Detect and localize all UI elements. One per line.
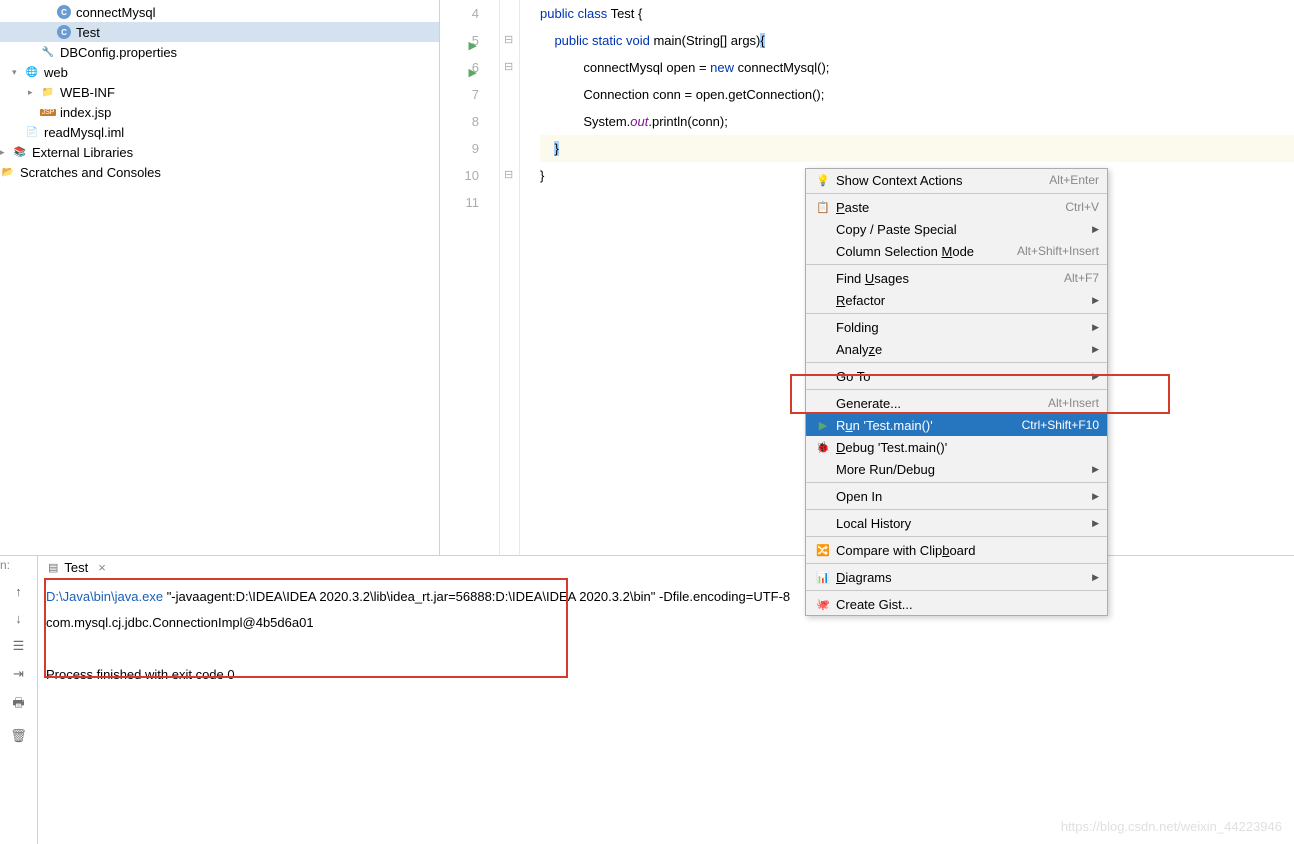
fold-icon[interactable]: ⊟ <box>504 60 513 73</box>
chevron-right-icon: ▶ <box>1092 464 1099 475</box>
stop-icon[interactable]: ↓ <box>15 611 22 626</box>
tree-label: index.jsp <box>60 105 111 120</box>
tree-item-test[interactable]: CTest <box>0 22 439 42</box>
chevron-right-icon: ▶ <box>1092 572 1099 583</box>
rerun-icon[interactable]: ↑ <box>15 584 22 599</box>
menu-separator <box>806 590 1107 591</box>
menu-separator <box>806 313 1107 314</box>
bulb-icon: 💡 <box>814 174 832 187</box>
menu-analyze[interactable]: Analyze▶ <box>806 338 1107 360</box>
tree-item-webinf[interactable]: ▸📁WEB-INF <box>0 82 439 102</box>
menu-run[interactable]: ▶Run 'Test.main()'Ctrl+Shift+F10 <box>806 414 1107 436</box>
menu-separator <box>806 509 1107 510</box>
print-icon[interactable]: 🖶 <box>12 694 24 716</box>
trash-icon[interactable]: 🗑 <box>10 728 27 744</box>
line-gutter: 4 5▶ 6▶ 7 8 9 10 11 <box>440 0 500 555</box>
menu-paste[interactable]: 📋PasteCtrl+V <box>806 196 1107 218</box>
run-label: n: <box>0 558 10 572</box>
tree-item-web[interactable]: ▾🌐web <box>0 62 439 82</box>
menu-compare[interactable]: 🔀Compare with Clipboard <box>806 539 1107 561</box>
menu-find-usages[interactable]: Find UsagesAlt+F7 <box>806 267 1107 289</box>
tree-label: web <box>44 65 68 80</box>
tree-item-readmysql[interactable]: 📄readMysql.iml <box>0 122 439 142</box>
tree-label: WEB-INF <box>60 85 115 100</box>
bug-icon: 🐞 <box>814 441 832 454</box>
menu-local-history[interactable]: Local History▶ <box>806 512 1107 534</box>
play-icon: ▶ <box>814 419 832 432</box>
menu-separator <box>806 536 1107 537</box>
chevron-right-icon: ▶ <box>1092 491 1099 502</box>
diagram-icon: 📊 <box>814 571 832 584</box>
chevron-right-icon: ▶ <box>1092 322 1099 333</box>
tree-label: readMysql.iml <box>44 125 124 140</box>
tree-label: DBConfig.properties <box>60 45 177 60</box>
fold-icon[interactable]: ⊟ <box>504 168 513 181</box>
watermark: https://blog.csdn.net/weixin_44223946 <box>1061 819 1282 834</box>
fold-icon[interactable]: ⊟ <box>504 33 513 46</box>
menu-goto[interactable]: Go To▶ <box>806 365 1107 387</box>
tree-item-extlib[interactable]: ▸📚External Libraries <box>0 142 439 162</box>
menu-diagrams[interactable]: 📊Diagrams▶ <box>806 566 1107 588</box>
project-tree: CconnectMysql CTest 🔧DBConfig.properties… <box>0 0 440 555</box>
menu-separator <box>806 193 1107 194</box>
menu-refactor[interactable]: Refactor▶ <box>806 289 1107 311</box>
github-icon: 🐙 <box>814 598 832 611</box>
compare-icon: 🔀 <box>814 544 832 557</box>
menu-separator <box>806 389 1107 390</box>
chevron-right-icon: ▶ <box>1092 371 1099 382</box>
menu-folding[interactable]: Folding▶ <box>806 316 1107 338</box>
context-menu: 💡Show Context ActionsAlt+Enter 📋PasteCtr… <box>805 168 1108 616</box>
chevron-right-icon: ▶ <box>1092 295 1099 306</box>
tree-label: connectMysql <box>76 5 155 20</box>
menu-separator <box>806 264 1107 265</box>
tree-label: Scratches and Consoles <box>20 165 161 180</box>
layout-icon[interactable]: ☰ <box>13 638 25 654</box>
menu-more-run[interactable]: More Run/Debug▶ <box>806 458 1107 480</box>
close-tab-icon[interactable]: × <box>98 560 106 575</box>
menu-debug[interactable]: 🐞Debug 'Test.main()' <box>806 436 1107 458</box>
menu-separator <box>806 362 1107 363</box>
paste-icon: 📋 <box>814 201 832 214</box>
chevron-right-icon: ▶ <box>1092 518 1099 529</box>
fold-column: ⊟ ⊟ ⊟ <box>500 0 520 555</box>
menu-separator <box>806 482 1107 483</box>
test-icon: ▤ <box>48 561 58 574</box>
menu-separator <box>806 563 1107 564</box>
tree-item-scratch[interactable]: 📂Scratches and Consoles <box>0 162 439 182</box>
chevron-right-icon: ▶ <box>1092 224 1099 235</box>
run-toolbar: ↑ ↓ ☰ ⇥ 🖶 🗑 <box>0 556 38 844</box>
menu-context-actions[interactable]: 💡Show Context ActionsAlt+Enter <box>806 169 1107 191</box>
tree-label: Test <box>76 25 100 40</box>
menu-generate[interactable]: Generate...Alt+Insert <box>806 392 1107 414</box>
wrap-icon[interactable]: ⇥ <box>13 666 24 682</box>
tree-item-indexjsp[interactable]: JSPindex.jsp <box>0 102 439 122</box>
menu-open-in[interactable]: Open In▶ <box>806 485 1107 507</box>
tree-item-dbconfig[interactable]: 🔧DBConfig.properties <box>0 42 439 62</box>
tree-label: External Libraries <box>32 145 133 160</box>
menu-copy-special[interactable]: Copy / Paste Special▶ <box>806 218 1107 240</box>
run-tab[interactable]: ▤Test× <box>38 556 116 580</box>
tree-item-connectmysql[interactable]: CconnectMysql <box>0 2 439 22</box>
menu-column-mode[interactable]: Column Selection ModeAlt+Shift+Insert <box>806 240 1107 262</box>
menu-gist[interactable]: 🐙Create Gist... <box>806 593 1107 615</box>
chevron-right-icon: ▶ <box>1092 344 1099 355</box>
